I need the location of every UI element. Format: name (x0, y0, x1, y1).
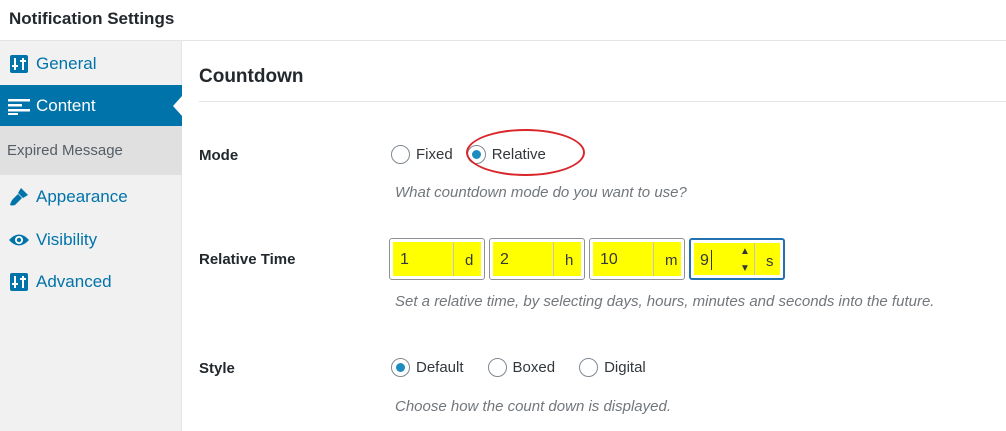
sidebar-item-label: Advanced (36, 272, 112, 291)
style-radio-group: Default Boxed Digital (391, 358, 660, 377)
sliders-icon (0, 273, 36, 291)
mode-relative-radio[interactable]: Relative (466, 145, 546, 164)
radio-label: Default (416, 359, 464, 376)
style-default-radio[interactable]: Default (391, 358, 464, 377)
sidebar-item-content[interactable]: Content (0, 85, 182, 127)
seconds-unit: s (766, 253, 774, 270)
hours-value: 2 (500, 251, 509, 268)
seconds-value: 9 (700, 252, 709, 269)
sidebar-item-general[interactable]: General (0, 43, 182, 85)
sidebar-item-label: Visibility (36, 230, 98, 249)
style-help-text: Choose how the count down is displayed. (395, 398, 672, 415)
relative-time-label: Relative Time (199, 251, 296, 268)
days-unit: d (465, 252, 474, 269)
number-spinner[interactable]: ▲ ▼ (738, 246, 752, 274)
section-divider (199, 101, 1006, 102)
radio-circle (579, 358, 599, 377)
sidebar-item-label: Content (36, 96, 96, 115)
style-boxed-radio[interactable]: Boxed (487, 358, 556, 377)
seconds-input-box: 9 ▲ ▼ s (694, 243, 780, 275)
sidebar-subitem-expired-message[interactable]: Expired Message (0, 126, 182, 175)
field-separator (553, 242, 554, 276)
seconds-input[interactable]: 9 ▲ ▼ s (689, 238, 785, 280)
sidebar-item-label: Appearance (36, 187, 128, 206)
radio-circle (391, 145, 410, 164)
radio-label: Digital (604, 359, 646, 376)
spinner-up-icon[interactable]: ▲ (740, 246, 750, 257)
sidebar: General Content Expired Message Appearan… (0, 41, 182, 431)
mode-fixed-radio[interactable]: Fixed (391, 145, 453, 164)
hours-input-box: 2 h (493, 242, 581, 276)
relative-time-help-text: Set a relative time, by selecting days, … (395, 293, 935, 310)
sidebar-item-advanced[interactable]: Advanced (0, 261, 182, 303)
top-bar: Notification Settings (0, 0, 1006, 41)
radio-label: Boxed (512, 359, 556, 376)
sidebar-item-label: General (36, 54, 97, 73)
paintbrush-icon (0, 187, 36, 207)
field-separator (754, 243, 755, 275)
sliders-icon (0, 55, 36, 73)
section-title: Countdown (199, 66, 304, 87)
days-value: 1 (400, 251, 409, 268)
radio-circle (391, 358, 410, 377)
page-title: Notification Settings (9, 9, 175, 28)
content-align-icon (0, 97, 36, 115)
radio-circle (466, 145, 486, 164)
mode-radio-group: Fixed Relative (391, 145, 560, 164)
sidebar-item-visibility[interactable]: Visibility (0, 219, 182, 261)
minutes-unit: m (665, 252, 678, 269)
relative-time-inputs: 1 d 2 h 10 m 9 ▲ ▼ s (389, 238, 789, 280)
mode-label: Mode (199, 147, 239, 164)
radio-circle (487, 358, 507, 377)
sidebar-item-appearance[interactable]: Appearance (0, 176, 182, 218)
mode-help-text: What countdown mode do you want to use? (395, 184, 687, 201)
eye-icon (0, 232, 36, 248)
style-digital-radio[interactable]: Digital (579, 358, 646, 377)
minutes-input[interactable]: 10 m (589, 238, 685, 280)
radio-label: Fixed (416, 146, 453, 163)
minutes-input-box: 10 m (593, 242, 681, 276)
hours-input[interactable]: 2 h (489, 238, 585, 280)
days-input-box: 1 d (393, 242, 481, 276)
days-input[interactable]: 1 d (389, 238, 485, 280)
main-panel: Countdown Mode Fixed Relative What count… (183, 41, 1006, 431)
radio-label: Relative (491, 146, 546, 163)
field-separator (453, 242, 454, 276)
text-caret (711, 250, 712, 270)
spinner-down-icon[interactable]: ▼ (740, 263, 750, 274)
hours-unit: h (565, 252, 574, 269)
field-separator (653, 242, 654, 276)
style-label: Style (199, 360, 235, 377)
minutes-value: 10 (600, 251, 618, 268)
